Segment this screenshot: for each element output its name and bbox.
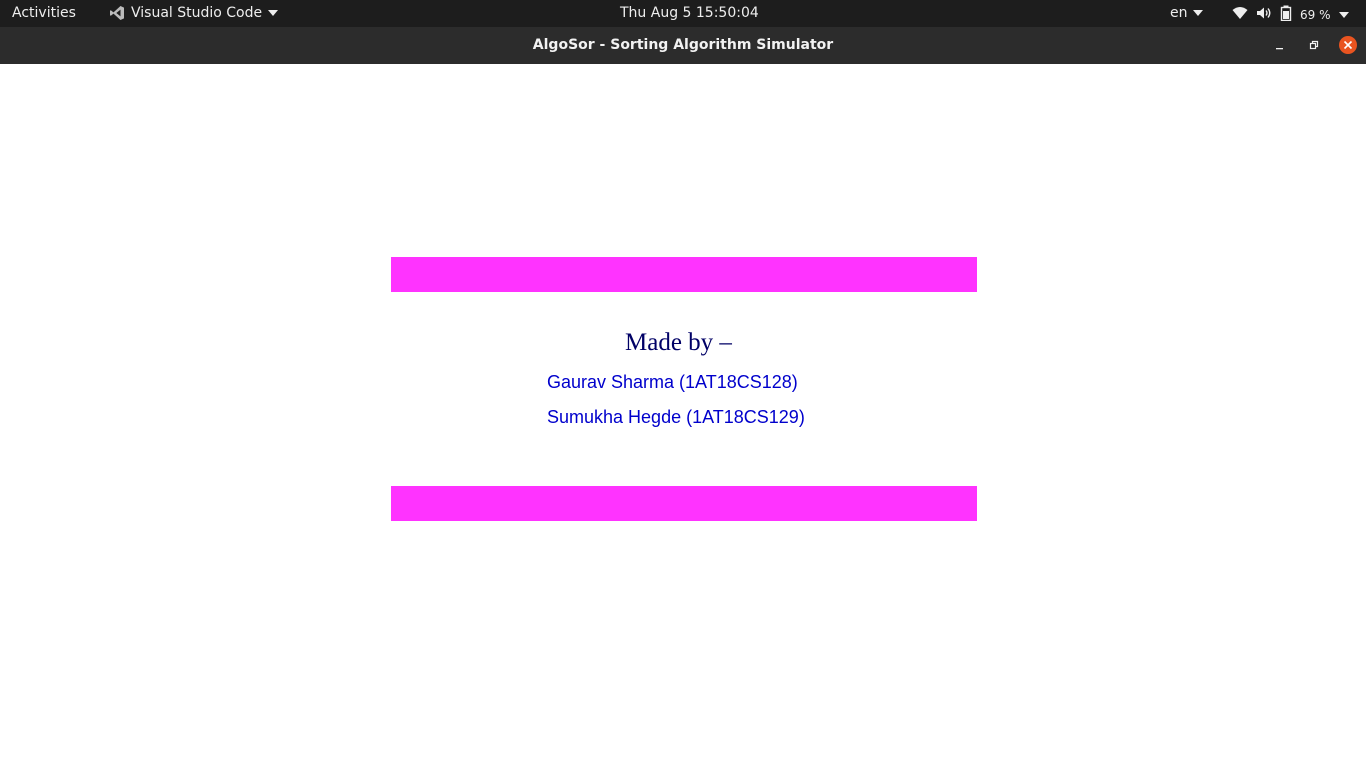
system-tray[interactable]: 69 %	[1232, 5, 1349, 25]
wifi-icon	[1232, 6, 1248, 24]
decorative-bar-bottom	[391, 486, 977, 521]
volume-icon	[1256, 6, 1272, 24]
system-top-bar: Activities Visual Studio Code Thu Aug 5 …	[0, 0, 1366, 27]
credits-heading: Made by –	[625, 329, 732, 356]
app-canvas: Made by – Gaurav Sharma (1AT18CS128) Sum…	[0, 64, 1366, 768]
minimize-icon	[1276, 48, 1283, 50]
author-name: Gaurav Sharma (1AT18CS128)	[547, 372, 798, 392]
decorative-bar-top	[391, 257, 977, 292]
close-button[interactable]	[1339, 36, 1357, 54]
battery-icon	[1280, 5, 1292, 25]
chevron-down-icon	[1192, 10, 1203, 16]
activities-button[interactable]: Activities	[12, 5, 76, 21]
chevron-down-icon	[1338, 12, 1349, 18]
language-label: en	[1170, 5, 1188, 21]
close-icon	[1343, 40, 1353, 50]
restore-icon	[1309, 40, 1319, 50]
maximize-button[interactable]	[1305, 37, 1323, 55]
app-menu[interactable]: Visual Studio Code	[109, 5, 279, 21]
chevron-down-icon	[268, 10, 279, 16]
window-title: AlgoSor - Sorting Algorithm Simulator	[532, 37, 834, 53]
minimize-button[interactable]	[1271, 37, 1289, 55]
clock[interactable]: Thu Aug 5 15:50:04	[620, 5, 759, 21]
author-name: Sumukha Hegde (1AT18CS129)	[547, 407, 805, 427]
window-title-bar: AlgoSor - Sorting Algorithm Simulator	[0, 27, 1366, 64]
app-menu-label: Visual Studio Code	[131, 5, 263, 21]
vscode-icon	[109, 5, 125, 21]
battery-percentage: 69 %	[1300, 8, 1331, 22]
language-selector[interactable]: en	[1170, 5, 1203, 21]
